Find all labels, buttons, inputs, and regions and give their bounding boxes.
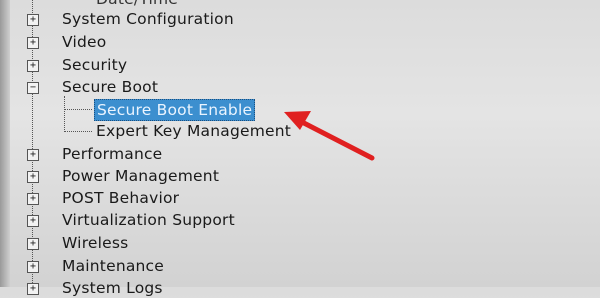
bios-settings-tree: Date/Time + System Configuration + Video… [0, 0, 600, 297]
annotation-arrow-icon [284, 111, 375, 161]
